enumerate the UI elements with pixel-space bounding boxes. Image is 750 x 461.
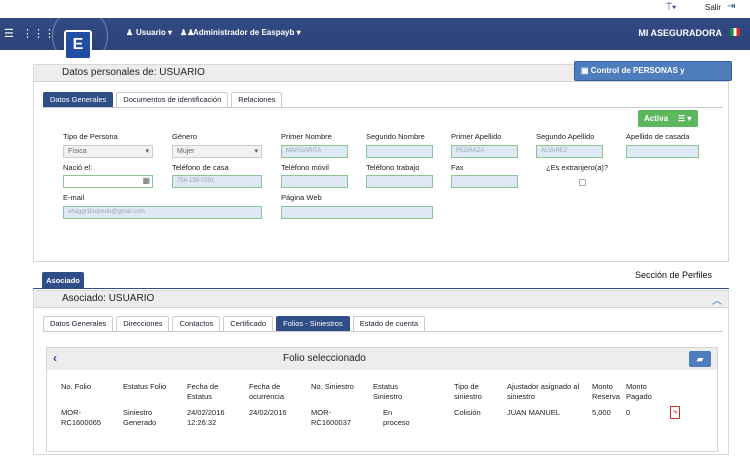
label-tel-casa: Teléfono de casa: [172, 163, 229, 172]
control-personas-button[interactable]: ▣ Control de PERSONAS y RELACIONES: [574, 61, 732, 93]
tab-certificado[interactable]: Certificado: [223, 316, 274, 331]
tab-relaciones[interactable]: Relaciones: [231, 92, 283, 107]
col-estatus-folio: Estatus Folio: [123, 382, 167, 391]
folio-title: Folio seleccionado: [283, 353, 366, 364]
mexico-flag-icon: [730, 28, 740, 36]
tab-datos-generales[interactable]: Datos Generales: [43, 92, 114, 107]
folder-button[interactable]: ▰: [689, 351, 711, 367]
main-navbar: ☰ ⋮⋮⋮ E ♟ Usuario ▾ ♟♟ Administrador de …: [0, 8, 750, 64]
col-folio: No. Folio: [61, 382, 92, 391]
col-reserva: Monto Reserva: [592, 382, 620, 401]
personal-data-panel: Datos personales de: USUARIO ▣ Control d…: [33, 61, 732, 262]
tab-contactos[interactable]: Contactos: [172, 316, 221, 331]
label-primer-apellido: Primer Apellido: [451, 132, 502, 141]
cell-reserva: 5,000: [592, 408, 611, 417]
label-tel-movil: Teléfono móvil: [281, 163, 329, 172]
back-chevron-icon[interactable]: ‹: [53, 351, 57, 365]
asociado-tab[interactable]: Asociado: [42, 272, 84, 289]
tab-asoc-datos[interactable]: Datos Generales: [43, 316, 114, 331]
pdf-icon[interactable]: ⤷: [670, 406, 680, 419]
primer-apellido-field[interactable]: PEDRAZA: [451, 145, 518, 158]
cell-siniestro: MOR-RC1600037: [311, 408, 352, 427]
user-icon: ♟: [126, 28, 134, 37]
label-segundo-apellido: Segundo Apellido: [536, 132, 595, 141]
col-siniestro: No. Siniestro: [311, 382, 354, 391]
tel-movil-field[interactable]: [281, 175, 348, 188]
label-segundo-nombre: Segundo Nombre: [366, 132, 425, 141]
usuario-menu[interactable]: Usuario ▾: [136, 28, 172, 37]
folio-box: ‹ Folio seleccionado ▰ No. Folio Estatus…: [46, 347, 718, 452]
cell-tipo: Colisión: [454, 408, 481, 417]
web-field[interactable]: [281, 206, 433, 219]
col-ajustador: Ajustador asignado al siniestro: [507, 382, 580, 401]
tipo-select[interactable]: Física: [63, 145, 153, 158]
label-tel-trabajo: Teléfono trabajo: [366, 163, 420, 172]
label-primer-nombre: Primer Nombre: [281, 132, 332, 141]
segundo-nombre-field[interactable]: [366, 145, 433, 158]
extranjero-checkbox[interactable]: [579, 179, 586, 186]
list-icon: ☰ ▾: [678, 114, 692, 123]
tab-direcciones[interactable]: Direcciones: [116, 316, 170, 331]
admin-menu[interactable]: Administrador de Easpayb ▾: [193, 28, 301, 37]
label-email: E-mail: [63, 193, 85, 202]
fax-field[interactable]: [451, 175, 518, 188]
top-strip: ⍑▾ Salir ⇥: [0, 0, 750, 18]
salir-link[interactable]: Salir: [705, 3, 721, 12]
email-field[interactable]: ahaggr1loopeda@gmail.com: [63, 206, 262, 219]
label-extranjero: ¿Es extranjero(a)?: [546, 163, 609, 172]
tab-estado-cuenta[interactable]: Estado de cuenta: [352, 316, 426, 331]
col-fecha-estatus: Fecha de Estatus: [187, 382, 219, 401]
apellido-casada-field[interactable]: [626, 145, 699, 158]
tel-trabajo-field[interactable]: [366, 175, 433, 188]
label-apellido-casada: Apellido de casada: [626, 132, 690, 141]
logout-icon[interactable]: ⇥: [727, 1, 735, 12]
col-pagado: Monto Pagado: [626, 382, 652, 401]
label-web: Página Web: [281, 193, 322, 202]
asociado-title: Asociado: USUARIO: [62, 293, 155, 304]
label-genero: Género: [172, 132, 198, 141]
tel-casa-field[interactable]: 756-159-0301: [172, 175, 262, 188]
cell-estatus-siniestro: En proceso: [383, 408, 410, 427]
brand-name: MI ASEGURADORA: [638, 28, 722, 38]
cell-ajustador: JUAN MANUEL: [507, 408, 560, 417]
primer-nombre-field[interactable]: MARGARITA: [281, 145, 348, 158]
calendar-icon[interactable]: ▦: [142, 176, 150, 185]
cell-folio: MOR-RC1600065: [61, 408, 102, 427]
logo-badge: E: [64, 30, 92, 60]
menu-icon[interactable]: ☰: [4, 27, 14, 40]
logo: E: [52, 8, 108, 68]
col-estatus-siniestro: Estatus Siniestro: [373, 382, 403, 401]
cell-pagado: 0: [626, 408, 631, 417]
personal-title: Datos personales de: USUARIO: [62, 67, 205, 78]
asociado-panel: Asociado: USUARIO ︿ Datos Generales Dire…: [33, 290, 729, 455]
tab-documentos[interactable]: Documentos de identificación: [116, 92, 229, 107]
seccion-perfiles: Sección de Perfiles: [635, 270, 713, 280]
notification-icon[interactable]: ⍑▾: [666, 2, 676, 13]
label-fax: Fax: [451, 163, 464, 172]
nacio-date-field[interactable]: ▦: [63, 175, 153, 188]
divider: [33, 288, 729, 289]
genero-select[interactable]: Mujer: [172, 145, 262, 158]
id-card-icon: ▣: [581, 66, 589, 75]
status-button[interactable]: Activa ☰ ▾: [638, 110, 698, 127]
label-nacio: Nació el:: [63, 163, 93, 172]
cell-estatus: Siniestro Generado: [123, 408, 157, 427]
tab-folios[interactable]: Folios - Siniestros: [276, 316, 350, 331]
cell-fecha-estatus: 24/02/2016 12:26:32: [187, 408, 225, 427]
col-fecha-ocurrencia: Fecha de ocurrencia: [249, 382, 285, 401]
collapse-chevron-icon[interactable]: ︿: [712, 292, 722, 307]
apps-grid-icon[interactable]: ⋮⋮⋮: [22, 27, 55, 40]
col-tipo: Tipo de siniestro: [454, 382, 482, 401]
label-tipo: Tipo de Persona: [63, 132, 118, 141]
segundo-apellido-field[interactable]: ALVAREZ: [536, 145, 603, 158]
cell-fecha-ocurrencia: 24/02/2016: [249, 408, 287, 417]
